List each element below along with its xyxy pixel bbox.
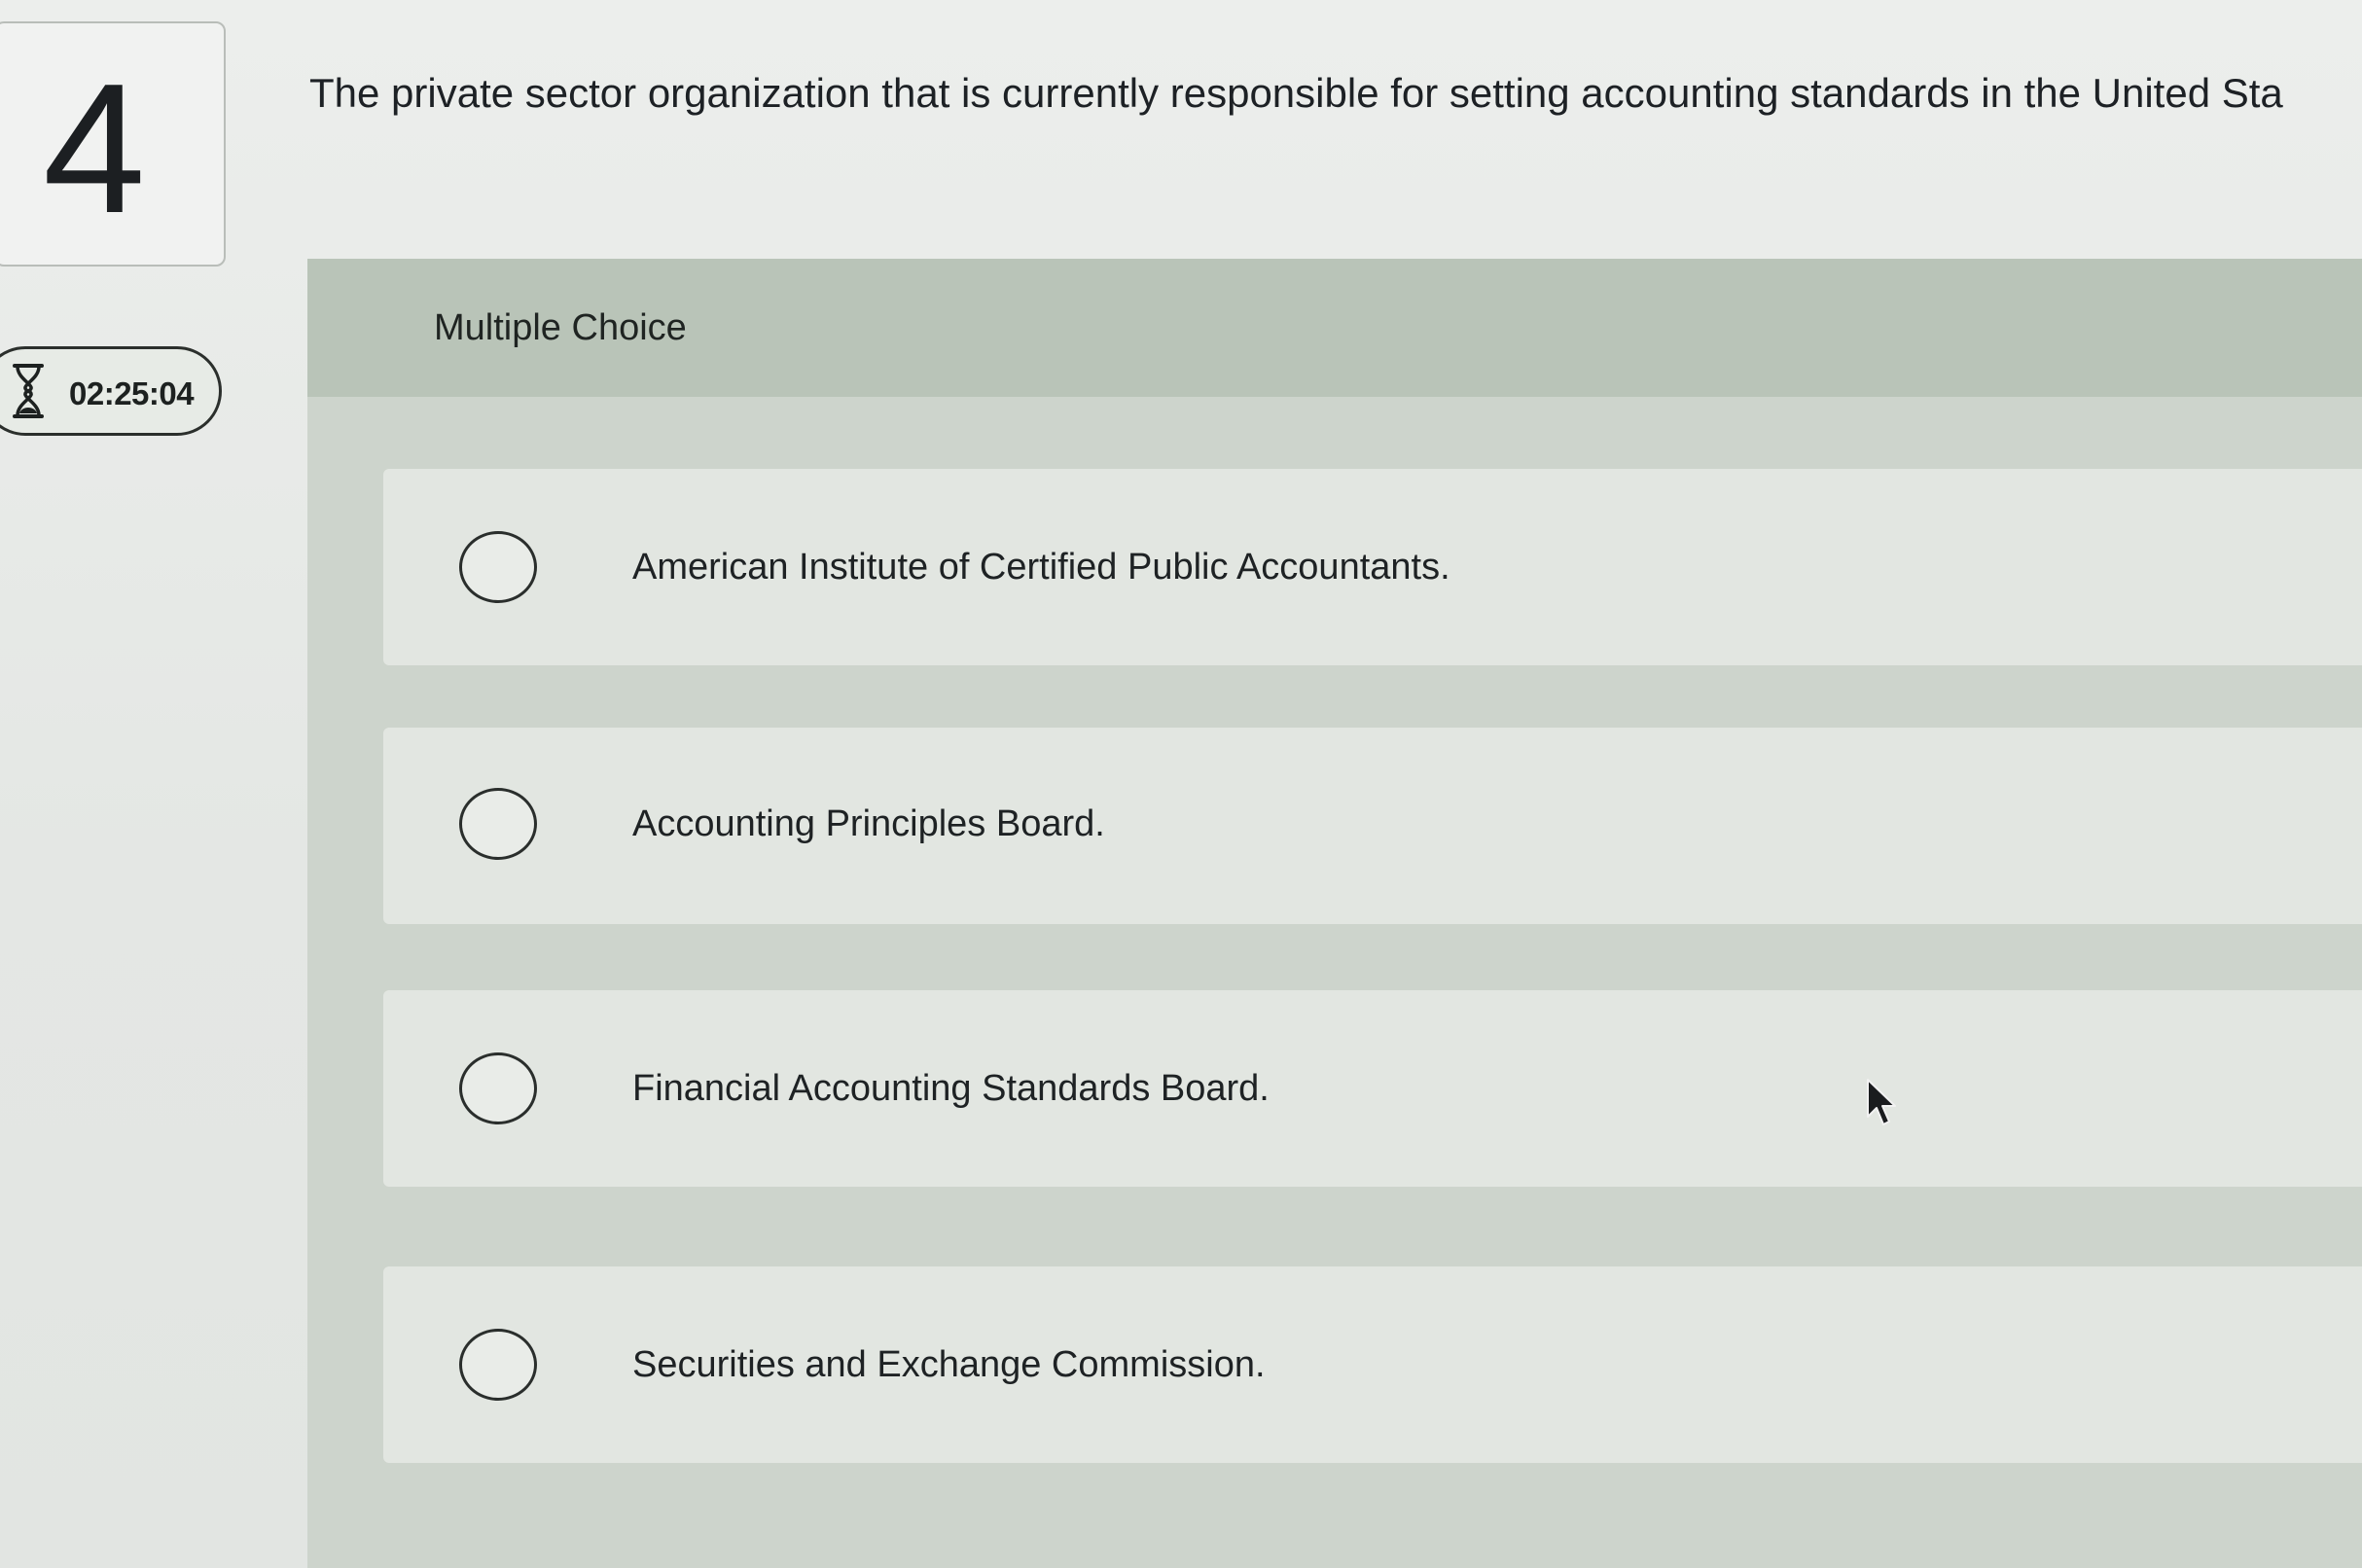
answer-option-label: Accounting Principles Board.: [632, 803, 1105, 844]
hourglass-icon: [13, 364, 44, 418]
radio-button[interactable]: [459, 788, 537, 860]
answer-option[interactable]: Securities and Exchange Commission.: [383, 1266, 2362, 1463]
question-number-box: 4: [0, 21, 226, 267]
mouse-cursor-icon: [1867, 1079, 1896, 1125]
answer-option-label: Financial Accounting Standards Board.: [632, 1068, 1270, 1109]
answer-option[interactable]: American Institute of Certified Public A…: [383, 469, 2362, 665]
answer-option[interactable]: Financial Accounting Standards Board.: [383, 990, 2362, 1187]
radio-button[interactable]: [459, 1052, 537, 1124]
answer-option-label: Securities and Exchange Commission.: [632, 1344, 1266, 1385]
question-number: 4: [43, 46, 146, 252]
quiz-page: 4 02:25:04 The private sector organizati…: [0, 0, 2362, 1568]
radio-button[interactable]: [459, 1329, 537, 1401]
question-text: The private sector organization that is …: [309, 70, 2283, 116]
answer-panel: Multiple Choice American Institute of Ce…: [307, 259, 2362, 1568]
timer-value: 02:25:04: [69, 375, 195, 411]
answer-option[interactable]: Accounting Principles Board.: [383, 728, 2362, 924]
answer-option-label: American Institute of Certified Public A…: [632, 547, 1450, 588]
timer-badge: 02:25:04: [0, 346, 222, 436]
answer-panel-header: Multiple Choice: [307, 259, 2362, 397]
radio-button[interactable]: [459, 531, 537, 603]
question-type-label: Multiple Choice: [434, 307, 687, 348]
